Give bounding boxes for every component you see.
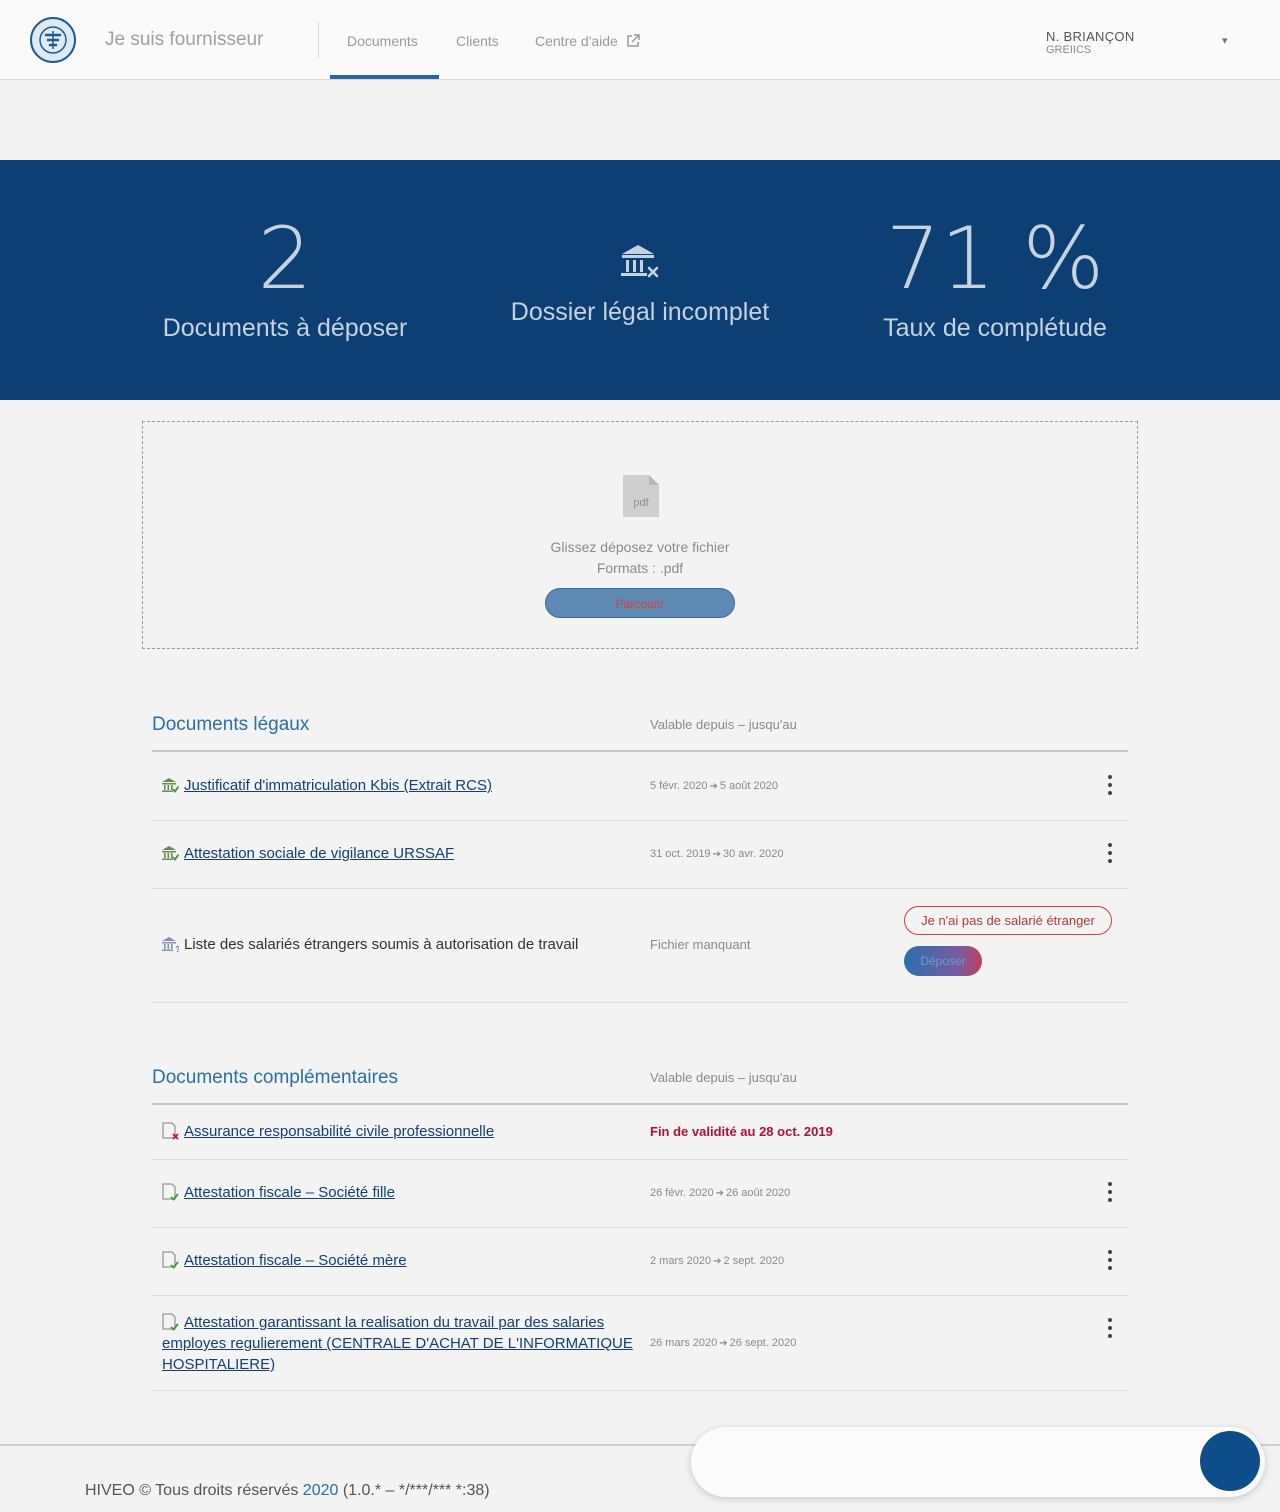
top-header: Je suis fournisseur Documents Clients Ce… <box>0 0 1280 80</box>
valid-to: 26 août 2020 <box>726 1187 791 1199</box>
hiveo-logo-icon[interactable] <box>30 17 76 63</box>
validity-range: 5 févr. 2020 ➔ 5 août 2020 <box>650 780 778 792</box>
validity-range: 26 mars 2020 ➔ 26 sept. 2020 <box>650 1337 796 1349</box>
row-divider <box>152 1159 1128 1160</box>
file-dropzone[interactable]: pdf Glissez déposez votre fichier Format… <box>142 421 1138 649</box>
chevron-down-icon[interactable]: ▾ <box>1222 34 1228 47</box>
valid-to: 26 sept. 2020 <box>729 1337 797 1349</box>
external-link-icon <box>626 34 640 47</box>
bank-question-icon: ? <box>162 937 180 953</box>
row-divider <box>152 888 1128 889</box>
validity-column-header: Valable depuis – jusqu'au <box>650 717 797 732</box>
user-name[interactable]: N. BRIANÇON <box>1046 29 1135 44</box>
more-options-button[interactable] <box>1103 1250 1117 1270</box>
valid-from: 26 mars 2020 <box>650 1337 718 1349</box>
valid-from: 2 mars 2020 <box>650 1255 712 1267</box>
bank-x-icon <box>440 240 840 288</box>
arrow-right-icon: ➔ <box>715 1188 724 1199</box>
row-divider <box>152 820 1128 821</box>
stat-label: Taux de complétude <box>883 314 1107 342</box>
deposit-button[interactable]: Déposer <box>904 946 982 976</box>
nav-documents[interactable]: Documents <box>347 33 418 49</box>
arrow-right-icon: ➔ <box>712 849 721 860</box>
arrow-right-icon: ➔ <box>713 1256 722 1267</box>
valid-from: 5 févr. 2020 <box>650 780 708 792</box>
stat-documents-to-deposit: 2 Documents à déposer <box>85 160 485 343</box>
stat-value: 71 % <box>885 209 1105 309</box>
doc-link-employment-attestation[interactable]: Attestation garantissant la realisation … <box>162 1312 637 1375</box>
nav-active-indicator <box>330 75 439 79</box>
valid-to: 2 sept. 2020 <box>723 1255 785 1267</box>
more-options-button[interactable] <box>1103 775 1117 795</box>
validity-range: 31 oct. 2019 ➔ 30 avr. 2020 <box>650 848 784 860</box>
stats-banner: 2 Documents à déposer Dossier légal inco… <box>0 160 1280 400</box>
doc-link-tax-parent[interactable]: Attestation fiscale – Société mère <box>184 1252 407 1269</box>
footer-version: (1.0.* – */***/*** *:38) <box>342 1482 490 1499</box>
expired-status: Fin de validité au 28 oct. 2019 <box>650 1124 833 1139</box>
doc-link-urssaf[interactable]: Attestation sociale de vigilance URSSAF <box>184 845 454 862</box>
svg-text:pdf: pdf <box>633 497 649 509</box>
app-title: Je suis fournisseur <box>105 29 264 50</box>
validity-column-header: Valable depuis – jusqu'au <box>650 1070 797 1085</box>
stat-label: Documents à déposer <box>162 314 408 342</box>
footer-year: 2020 <box>302 1482 339 1499</box>
stat-legal-file: Dossier légal incomplet <box>440 160 840 327</box>
missing-file-status: Fichier manquant <box>650 937 751 952</box>
section-divider <box>152 1103 1128 1105</box>
no-foreign-employee-button[interactable]: Je n'ai pas de salarié étranger <box>904 906 1112 935</box>
stat-value: 2 <box>257 209 313 309</box>
section-divider <box>152 750 1128 752</box>
row-divider <box>152 1227 1128 1228</box>
chat-icon[interactable] <box>1200 1431 1260 1491</box>
valid-to: 5 août 2020 <box>719 780 779 792</box>
svg-text:?: ? <box>176 945 180 953</box>
dropzone-instruction: Glissez déposez votre fichier <box>550 539 730 555</box>
valid-to: 30 avr. 2020 <box>722 848 784 860</box>
valid-from: 26 févr. 2020 <box>650 1187 714 1199</box>
doc-label-foreign-employees: Liste des salariés étrangers soumis à au… <box>184 936 579 953</box>
footer-copyright: HIVEO © Tous droits réservés 2020 (1.0.*… <box>85 1482 490 1500</box>
chat-panel[interactable] <box>691 1427 1265 1497</box>
browse-button[interactable]: Parcourir <box>545 588 735 618</box>
row-divider <box>152 1002 1128 1003</box>
row-divider <box>152 1295 1128 1296</box>
pdf-file-icon: pdf <box>621 473 661 524</box>
dropzone-formats: Formats : .pdf <box>596 560 684 576</box>
stat-label: Dossier légal incomplet <box>510 298 770 326</box>
bank-check-icon <box>162 846 179 862</box>
nav-clients[interactable]: Clients <box>456 33 499 49</box>
row-divider <box>152 1390 1128 1391</box>
bank-check-icon <box>162 778 179 794</box>
complementary-documents-title: Documents complémentaires <box>152 1067 399 1088</box>
legal-documents-title: Documents légaux <box>152 714 310 735</box>
doc-check-icon <box>162 1251 179 1269</box>
more-options-button[interactable] <box>1103 1318 1117 1338</box>
arrow-right-icon: ➔ <box>719 1338 728 1349</box>
nav-help-center-label: Centre d'aide <box>535 33 618 49</box>
doc-link-kbis[interactable]: Justificatif d'immatriculation Kbis (Ext… <box>184 777 492 794</box>
stat-completion-rate: 71 % Taux de complétude <box>795 160 1195 343</box>
arrow-right-icon: ➔ <box>709 781 718 792</box>
nav-help-center[interactable]: Centre d'aide <box>535 33 640 49</box>
valid-from: 31 oct. 2019 <box>650 848 711 860</box>
doc-check-icon <box>162 1183 179 1201</box>
doc-x-icon <box>162 1122 179 1140</box>
validity-range: 26 févr. 2020 ➔ 26 août 2020 <box>650 1187 790 1199</box>
header-divider <box>318 22 319 58</box>
doc-link-insurance[interactable]: Assurance responsabilité civile professi… <box>184 1123 494 1140</box>
footer-prefix: HIVEO © Tous droits réservés <box>85 1482 299 1499</box>
user-company: GREIICS <box>1046 44 1092 56</box>
more-options-button[interactable] <box>1103 843 1117 863</box>
more-options-button[interactable] <box>1103 1182 1117 1202</box>
doc-link-tax-subsidiary[interactable]: Attestation fiscale – Société fille <box>184 1184 395 1201</box>
validity-range: 2 mars 2020 ➔ 2 sept. 2020 <box>650 1255 784 1267</box>
